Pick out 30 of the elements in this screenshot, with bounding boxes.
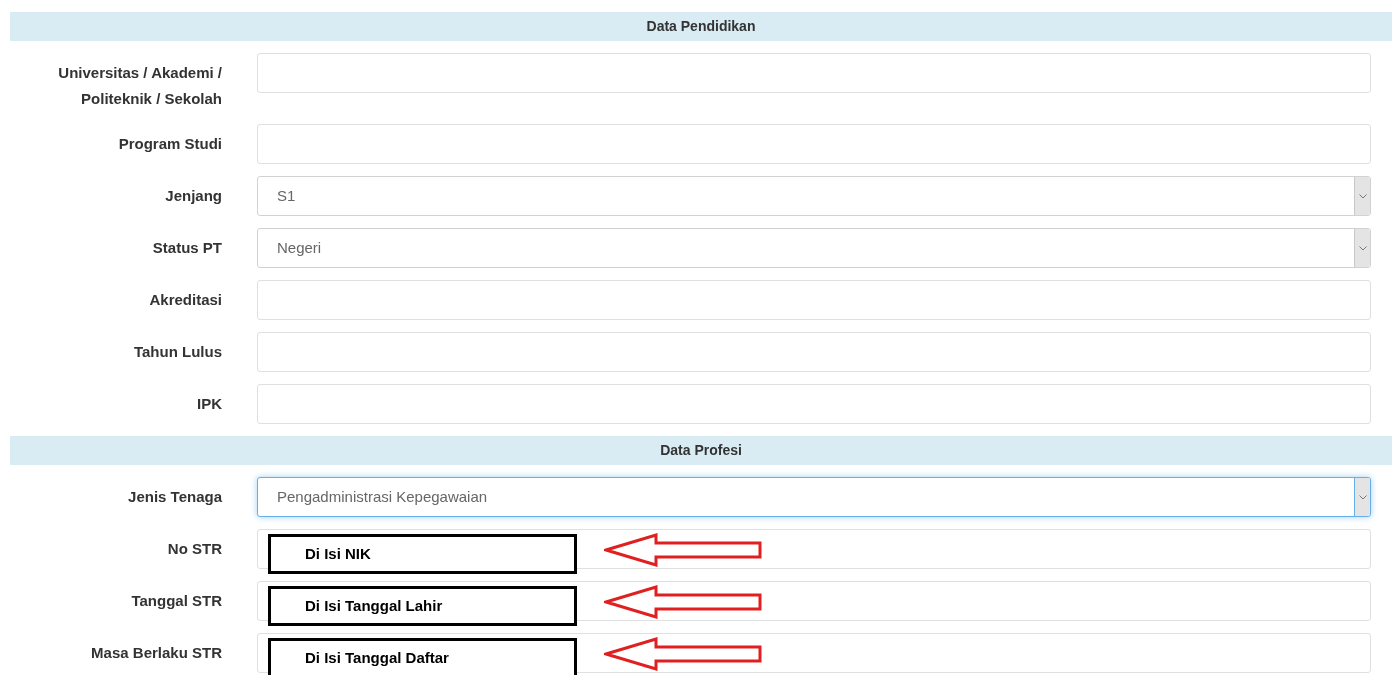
select-field[interactable]: S1 [257, 176, 1371, 216]
text-field[interactable] [257, 384, 1371, 424]
callout-text: Di Isi Tanggal Lahir [305, 595, 443, 616]
callout-text: Di Isi NIK [305, 543, 371, 564]
field-label: Masa Berlaku STR [90, 643, 222, 663]
field-label: IPK [196, 394, 222, 414]
text-field[interactable] [257, 332, 1371, 372]
chevron-down-icon[interactable] [1354, 478, 1370, 516]
text-field[interactable] [257, 280, 1371, 320]
field-label: Jenjang [164, 186, 222, 206]
field-label: Universitas / Akademi / Politeknik / Sekolah [57, 63, 222, 109]
field-label: No STR [166, 539, 222, 559]
text-field[interactable] [257, 124, 1371, 164]
callout-text: Di Isi Tanggal Daftar [305, 647, 449, 668]
select-value: Negeri [276, 237, 323, 258]
select-value: Pengadministrasi Kepegawaian [276, 486, 489, 507]
section-header: Data Profesi [10, 436, 1392, 465]
select-value: S1 [276, 185, 297, 206]
field-label: Status PT [151, 238, 222, 258]
chevron-down-icon[interactable] [1354, 229, 1370, 267]
select-field[interactable]: Pengadministrasi Kepegawaian [257, 477, 1371, 517]
field-label: Akreditasi [148, 290, 222, 310]
select-field[interactable]: Negeri [257, 228, 1371, 268]
text-field[interactable] [257, 53, 1371, 93]
field-label: Program Studi [117, 134, 222, 154]
field-label: Tanggal STR [130, 591, 222, 611]
field-label: Tahun Lulus [132, 342, 222, 362]
section-header: Data Pendidikan [10, 12, 1392, 41]
chevron-down-icon[interactable] [1354, 177, 1370, 215]
field-label: Jenis Tenaga [127, 487, 222, 507]
